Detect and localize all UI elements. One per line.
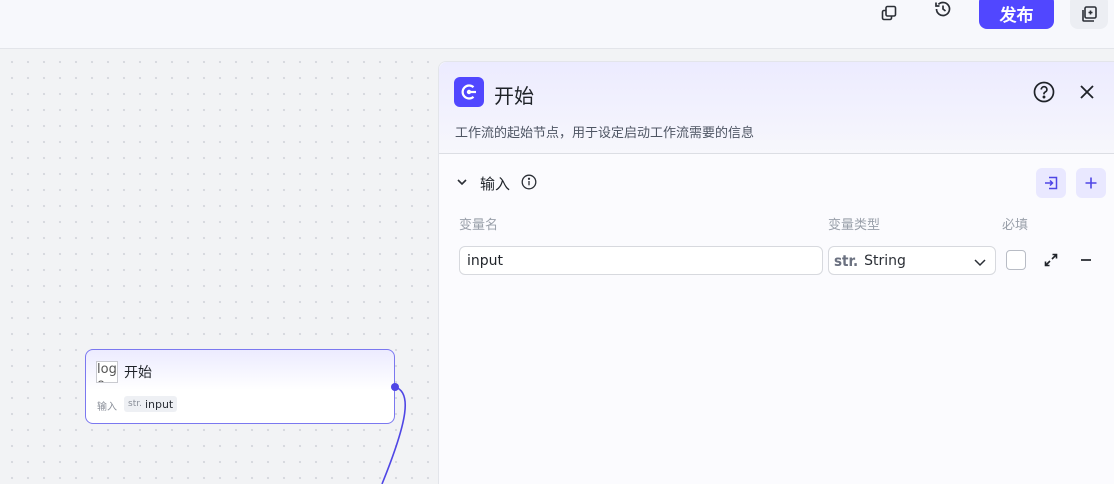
node-logo-image: logo [96,361,118,383]
duplicate-icon[interactable] [1070,0,1108,29]
type-value: String [864,252,906,269]
top-toolbar: 发布 [0,0,1114,49]
copy-icon[interactable] [874,0,904,26]
variable-name-input[interactable] [459,246,823,275]
node-tag-name: input [144,397,174,411]
panel-title: 开始 [494,84,534,108]
info-icon[interactable] [521,174,537,190]
column-header-name: 变量名 [459,218,499,233]
publish-button[interactable]: 发布 [979,0,1054,29]
column-header-required: 必填 [1002,218,1029,233]
node-tag-type: str. [128,399,142,409]
remove-variable-icon[interactable] [1078,252,1094,268]
start-node-icon [454,77,484,107]
node-title: 开始 [124,365,152,381]
chevron-down-icon[interactable] [455,174,469,188]
start-node[interactable]: logo 开始 输入 str. input [85,349,395,424]
variable-type-select[interactable]: str. String [828,246,996,275]
node-config-panel: 开始 工作流的起始节点，用于设定启动工作流需要的信息 输入 变量名 变量类型 必… [438,61,1114,484]
column-header-type: 变量类型 [828,218,881,233]
node-output-port[interactable] [391,383,399,391]
panel-header: 开始 工作流的起始节点，用于设定启动工作流需要的信息 [439,62,1114,154]
add-variable-button[interactable] [1076,168,1106,198]
expand-icon[interactable] [1043,252,1059,268]
import-variable-button[interactable] [1036,168,1066,198]
history-icon[interactable] [928,0,958,22]
close-icon[interactable] [1076,81,1098,103]
input-section-title: 输入 [480,175,511,193]
node-input-label: 输入 [97,402,117,413]
required-checkbox[interactable] [1006,250,1026,270]
type-prefix: str. [834,251,859,270]
node-variable-tag: str. input [124,396,178,412]
panel-description: 工作流的起始节点，用于设定启动工作流需要的信息 [455,126,755,141]
help-icon[interactable] [1032,80,1056,104]
chevron-down-icon [974,259,986,267]
